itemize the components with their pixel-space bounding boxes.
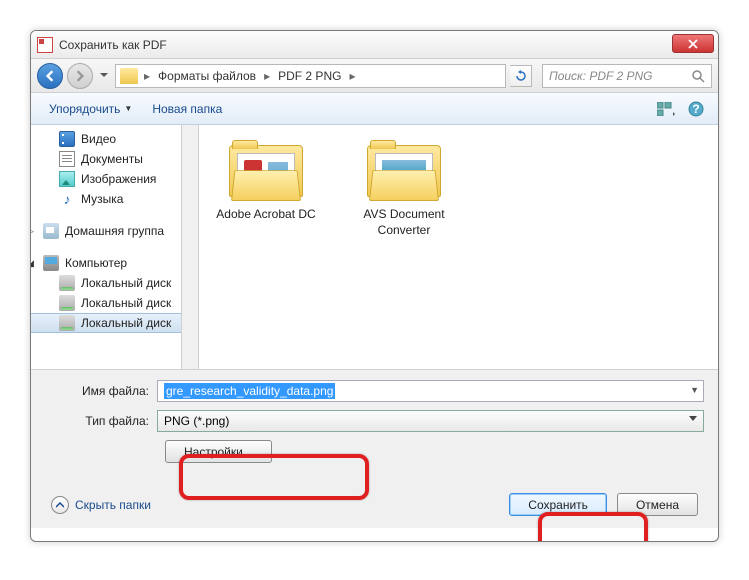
chevron-up-icon: [51, 496, 69, 514]
disk-icon: [59, 315, 75, 331]
music-icon: ♪: [59, 191, 75, 207]
breadcrumb[interactable]: ▸ Форматы файлов ▸ PDF 2 PNG ▸: [115, 64, 506, 88]
filename-label: Имя файла:: [45, 384, 157, 398]
navbar: ▸ Форматы файлов ▸ PDF 2 PNG ▸ Поиск: PD…: [31, 59, 718, 93]
cancel-button[interactable]: Отмена: [617, 493, 698, 516]
arrow-left-icon: [44, 70, 56, 82]
sidebar-item-disk[interactable]: Локальный диск: [31, 273, 198, 293]
filetype-combo[interactable]: PNG (*.png): [157, 410, 704, 432]
chevron-down-icon: [689, 416, 697, 421]
back-button[interactable]: [37, 63, 63, 89]
search-placeholder: Поиск: PDF 2 PNG: [549, 69, 653, 83]
video-icon: [59, 131, 75, 147]
window-title: Сохранить как PDF: [59, 38, 167, 52]
file-pane[interactable]: Adobe Acrobat DC AVS Document Converter: [199, 125, 718, 369]
sidebar: Видео Документы Изображения ♪Музыка ▷Дом…: [31, 125, 199, 369]
filename-input[interactable]: gre_research_validity_data.png ▼: [157, 380, 704, 402]
close-button[interactable]: [672, 34, 714, 53]
settings-button[interactable]: Настройки...: [165, 440, 272, 463]
view-options-button[interactable]: [654, 98, 678, 120]
hide-folders-link[interactable]: Скрыть папки: [51, 496, 151, 514]
folder-icon: [120, 68, 138, 84]
bottom-panel: Имя файла: gre_research_validity_data.pn…: [31, 369, 718, 528]
disk-icon: [59, 295, 75, 311]
image-icon: [59, 171, 75, 187]
chevron-down-icon: ▼: [124, 104, 132, 113]
computer-icon: [43, 255, 59, 271]
sidebar-item-music[interactable]: ♪Музыка: [31, 189, 198, 209]
save-as-dialog: Сохранить как PDF ▸ Форматы файлов ▸ PDF…: [30, 30, 719, 542]
homegroup-icon: [43, 223, 59, 239]
chevron-down-icon[interactable]: ▼: [690, 385, 699, 395]
nav-history-dropdown[interactable]: [97, 65, 111, 87]
sidebar-item-pictures[interactable]: Изображения: [31, 169, 198, 189]
folder-item[interactable]: Adobe Acrobat DC: [211, 141, 321, 223]
refresh-button[interactable]: [510, 65, 532, 87]
disk-icon: [59, 275, 75, 291]
folder-item[interactable]: AVS Document Converter: [349, 141, 459, 238]
close-icon: [688, 39, 698, 49]
chevron-right-icon: ▸: [347, 69, 357, 83]
refresh-icon: [515, 70, 527, 82]
view-icon: [657, 102, 675, 116]
help-button[interactable]: ?: [684, 98, 708, 120]
forward-button[interactable]: [67, 63, 93, 89]
pdf-app-icon: [37, 37, 53, 53]
sidebar-item-disk[interactable]: Локальный диск: [31, 293, 198, 313]
save-button[interactable]: Сохранить: [509, 493, 607, 516]
new-folder-button[interactable]: Новая папка: [144, 98, 230, 120]
sidebar-item-video[interactable]: Видео: [31, 129, 198, 149]
sidebar-item-documents[interactable]: Документы: [31, 149, 198, 169]
folder-icon: [229, 141, 303, 201]
svg-text:?: ?: [692, 102, 699, 116]
chevron-right-icon: ▸: [142, 69, 152, 83]
body: Видео Документы Изображения ♪Музыка ▷Дом…: [31, 125, 718, 369]
breadcrumb-seg-2[interactable]: PDF 2 PNG: [274, 69, 345, 83]
breadcrumb-seg-1[interactable]: Форматы файлов: [154, 69, 260, 83]
titlebar: Сохранить как PDF: [31, 31, 718, 59]
sidebar-item-homegroup[interactable]: ▷Домашняя группа: [31, 221, 198, 241]
arrow-right-icon: [74, 70, 86, 82]
help-icon: ?: [688, 101, 704, 117]
folder-label: AVS Document Converter: [349, 207, 459, 238]
folder-label: Adobe Acrobat DC: [211, 207, 321, 223]
folder-icon: [367, 141, 441, 201]
chevron-down-icon: [100, 73, 108, 78]
chevron-right-icon: ▸: [262, 69, 272, 83]
organize-menu[interactable]: Упорядочить ▼: [41, 98, 140, 120]
document-icon: [59, 151, 75, 167]
search-icon: [691, 69, 705, 83]
search-input[interactable]: Поиск: PDF 2 PNG: [542, 64, 712, 88]
toolbar: Упорядочить ▼ Новая папка ?: [31, 93, 718, 125]
sidebar-item-disk[interactable]: Локальный диск: [31, 313, 198, 333]
filetype-label: Тип файла:: [45, 414, 157, 428]
sidebar-scrollbar[interactable]: [181, 125, 198, 369]
expand-icon[interactable]: ▷: [31, 226, 34, 237]
collapse-icon[interactable]: ◢: [31, 258, 34, 269]
sidebar-item-computer[interactable]: ◢Компьютер: [31, 253, 198, 273]
